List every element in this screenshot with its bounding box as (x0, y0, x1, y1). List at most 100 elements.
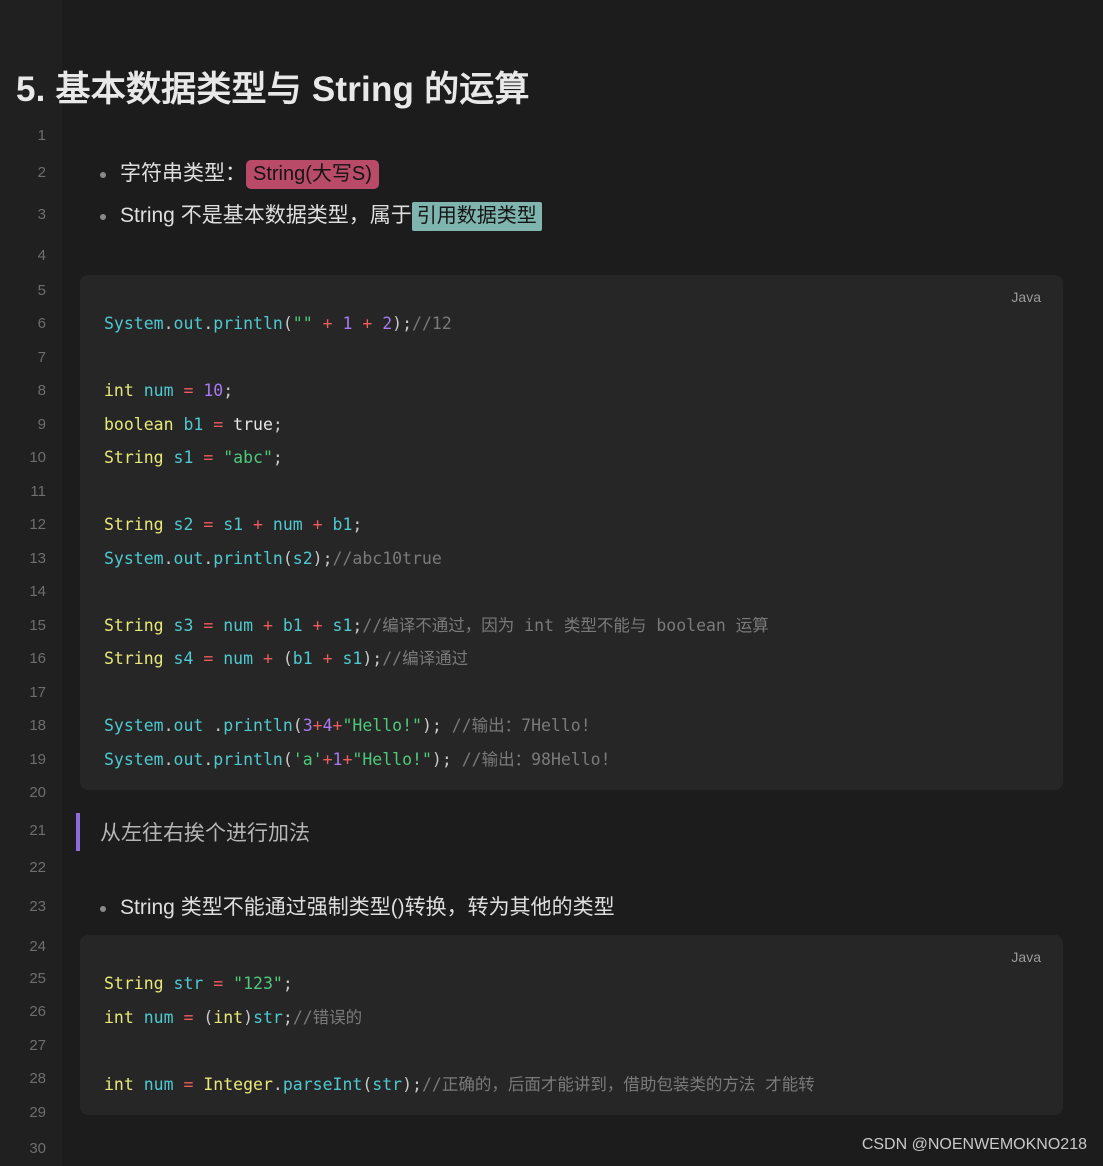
code-token: = (203, 515, 214, 534)
code-token: s1 (342, 649, 363, 668)
code-token: ( (282, 548, 293, 568)
code-token: = (213, 414, 224, 434)
code-line: boolean b1 = true; (80, 408, 1063, 442)
code-token: println (213, 749, 283, 769)
code-token: //输出：98Hello! (461, 749, 611, 769)
code-token: str (253, 1007, 283, 1027)
code-token: println (223, 716, 293, 735)
code-token: String (104, 974, 164, 993)
code-token: . (163, 716, 174, 735)
code-token: + (322, 314, 333, 333)
code-token: int (213, 1007, 244, 1027)
code-token: int (104, 381, 134, 400)
code-token: //输出：7Hello! (451, 716, 591, 735)
code-token: //错误的 (292, 1007, 363, 1027)
code-token: ; (282, 1007, 293, 1027)
code-token: s1 (173, 448, 194, 467)
code-language-label-1: Java (1011, 289, 1041, 305)
code-token: String (104, 448, 164, 467)
code-block-java-2: Java String str = "123"; int num = (int)s… (80, 935, 1063, 1115)
page-title: 5. 基本数据类型与 String 的运算 (16, 70, 530, 110)
code-token: = (183, 381, 194, 400)
code-token: b1 (183, 414, 204, 434)
code-token: + (322, 749, 333, 769)
code-token: num (272, 515, 303, 534)
code-token: ; (223, 381, 234, 400)
code-token: 4 (322, 716, 333, 735)
code-token: int (104, 1007, 134, 1027)
code-token: + (342, 749, 353, 769)
code-token: 10 (203, 381, 224, 400)
code-token: ( (282, 314, 293, 333)
code-token: 1 (332, 749, 343, 769)
code-token: str (173, 974, 204, 993)
code-token: "123" (233, 974, 283, 993)
code-token: + (332, 716, 343, 735)
code-token: ( (362, 1074, 373, 1094)
bullet-list-top: 字符串类型： String(大写S) String 不是基本数据类型，属于 引用数据类… (96, 153, 542, 237)
code-token: + (262, 615, 273, 635)
code-token: ); (421, 716, 452, 735)
code-token: ( (292, 716, 303, 735)
code-token: . (203, 548, 214, 568)
list-item: String 类型不能通过强制类型()转换，转为其他的类型 (96, 887, 615, 929)
code-token: System (104, 749, 164, 769)
code-token: Integer (203, 1074, 273, 1094)
code-token: ; (282, 974, 293, 993)
code-lines-1: System.out.println("" + 1 + 2);//12 int … (80, 289, 1063, 776)
code-token: System (104, 716, 164, 735)
code-token: "" (292, 314, 313, 333)
code-line: System.out.println("" + 1 + 2);//12 (80, 307, 1063, 341)
code-line: String s3 = num + b1 + s1;//编译不通过，因为 int… (80, 609, 1063, 643)
code-token: ; (272, 448, 283, 467)
code-token: b1 (332, 515, 353, 534)
code-token: println (213, 314, 283, 333)
code-token: . (203, 749, 214, 769)
code-token: ); (431, 749, 462, 769)
code-token: "Hello!" (352, 749, 432, 769)
code-token: s2 (292, 548, 313, 568)
bullet-list-bottom: String 类型不能通过强制类型()转换，转为其他的类型 (96, 887, 615, 929)
code-token: ); (362, 649, 383, 668)
code-token: System (104, 314, 164, 333)
code-token: . (203, 314, 214, 333)
code-token: num (143, 381, 174, 400)
list-item-text: String 不是基本数据类型，属于 (120, 204, 412, 227)
document-content: 5. 基本数据类型与 String 的运算 字符串类型： String(大写S) S… (0, 0, 1103, 1166)
code-token: + (262, 649, 273, 668)
code-token: s3 (173, 615, 194, 635)
code-line: int num = Integer.parseInt(str);//正确的，后面… (80, 1068, 1063, 1102)
code-token: ( (282, 649, 293, 668)
code-line: String s2 = s1 + num + b1; (80, 508, 1063, 542)
code-token: String (104, 649, 164, 668)
code-token: num (223, 649, 254, 668)
code-token: = (203, 649, 214, 668)
code-token: //编译不通过，因为 int 类型不能与 boolean 运算 (362, 615, 769, 635)
